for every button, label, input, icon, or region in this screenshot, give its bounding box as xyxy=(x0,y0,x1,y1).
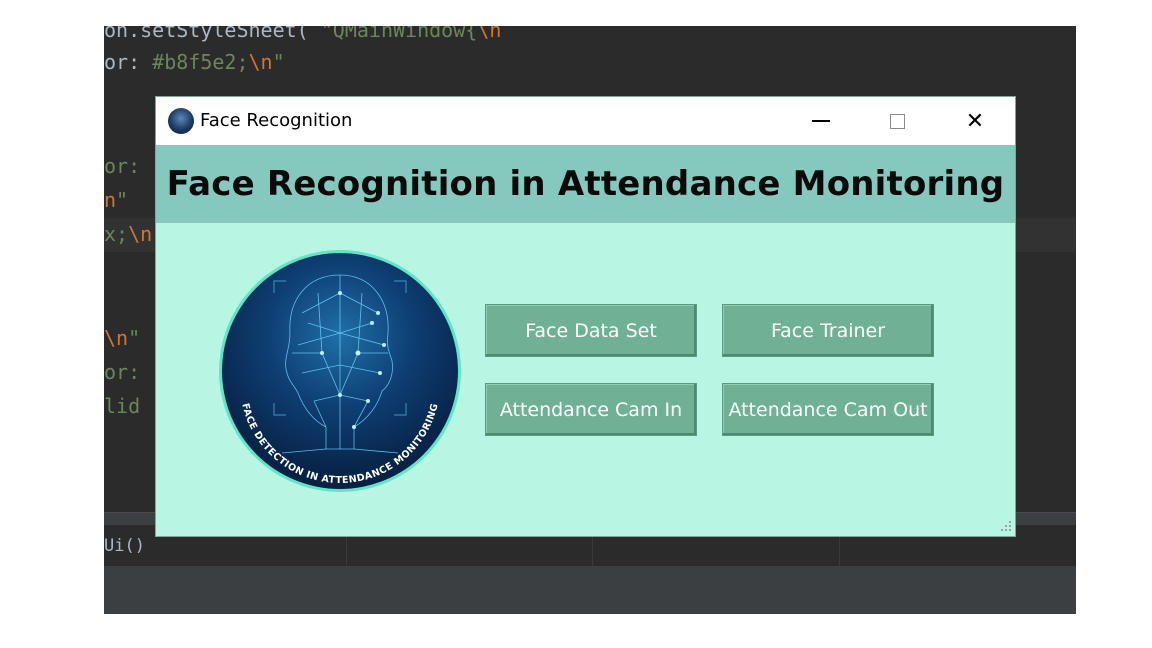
close-icon: ✕ xyxy=(965,108,985,134)
ide-bottom-panel xyxy=(104,566,1076,614)
maximize-icon xyxy=(889,113,905,129)
code-line-4: n" xyxy=(104,188,129,212)
maximize-button[interactable] xyxy=(862,97,932,145)
size-grip-icon[interactable] xyxy=(1000,521,1012,533)
minimize-button[interactable] xyxy=(786,97,856,145)
face-detection-logo: FACE DETECTION IN ATTENDANCE MONITORING xyxy=(222,253,458,489)
window-titlebar[interactable]: Face Recognition ✕ xyxy=(156,97,1015,145)
attendance-cam-out-button[interactable]: Attendance Cam Out xyxy=(722,383,934,436)
window-title: Face Recognition xyxy=(200,110,353,131)
code-line-5: x;\n xyxy=(104,222,153,246)
ide-status-text: Ui() xyxy=(104,536,145,556)
code-line-6: \n" xyxy=(104,326,141,350)
header-banner: Face Recognition in Attendance Monitorin… xyxy=(156,145,1015,223)
face-recognition-window: Face Recognition ✕ Face Recognition in A… xyxy=(156,97,1015,536)
minimize-icon xyxy=(812,120,830,122)
code-line-2: or: #b8f5e2;\n" xyxy=(104,50,285,74)
close-button[interactable]: ✕ xyxy=(940,97,1010,145)
code-line-7: or: xyxy=(104,360,141,384)
code-line-1: on.setStyleSheet( "QMainWindow{\n xyxy=(104,26,502,42)
attendance-cam-in-button[interactable]: Attendance Cam In xyxy=(485,383,697,436)
face-data-set-button[interactable]: Face Data Set xyxy=(485,304,697,357)
face-trainer-button[interactable]: Face Trainer xyxy=(722,304,934,357)
code-line-8: lid xyxy=(104,394,141,418)
code-line-3: or: xyxy=(104,154,141,178)
page-title: Face Recognition in Attendance Monitorin… xyxy=(166,164,1005,204)
app-icon xyxy=(168,108,194,134)
